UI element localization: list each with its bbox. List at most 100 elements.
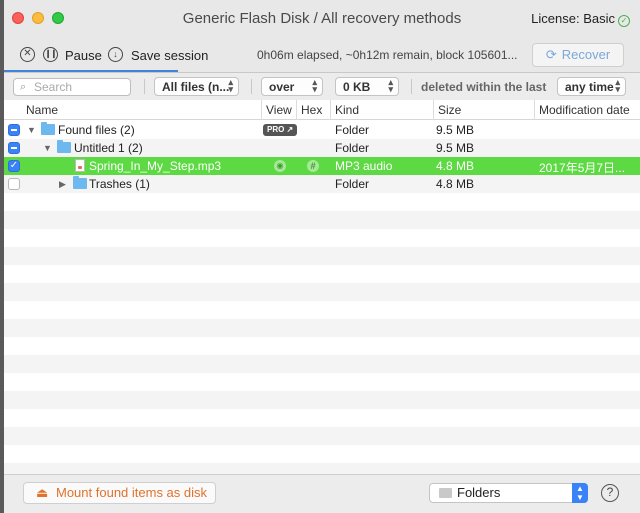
file-size: 9.5 MB: [436, 141, 475, 155]
file-kind: MP3 audio: [335, 159, 393, 173]
disclosure-collapsed-icon[interactable]: ▶: [59, 178, 69, 190]
file-name: Trashes (1): [89, 177, 150, 191]
eye-icon[interactable]: ◉: [274, 160, 286, 172]
column-header-modification-date[interactable]: Modification date: [539, 103, 630, 117]
file-kind: Folder: [335, 123, 370, 137]
chevron-updown-icon: ▴ ▾: [615, 77, 620, 94]
table-row[interactable]: ▼ Found files (2) PRO ↗ Folder 9.5 MB: [4, 121, 640, 139]
divider: [251, 79, 252, 94]
file-table: Name View Hex Kind Size Modification dat…: [4, 100, 640, 474]
app-window: Generic Flash Disk / All recovery method…: [4, 0, 640, 513]
empty-row: [4, 355, 640, 373]
empty-row: [4, 265, 640, 283]
file-name: Spring_In_My_Step.mp3: [89, 159, 222, 173]
empty-row: [4, 337, 640, 355]
deleted-within-label: deleted within the last: [421, 80, 547, 94]
view-mode-value: Folders: [457, 485, 501, 500]
folder-icon: [73, 176, 87, 189]
empty-row: [4, 445, 640, 463]
filter-bar: ⌕ All files (n... ▴▾ over ▴▾ 0 KB ▴▾ del…: [4, 73, 640, 100]
recover-button[interactable]: ⟳ Recover: [532, 43, 624, 67]
row-checkbox[interactable]: [8, 142, 20, 154]
empty-row: [4, 409, 640, 427]
divider: [411, 79, 412, 94]
hash-icon[interactable]: #: [307, 160, 319, 172]
time-range-select[interactable]: any time ▴ ▾: [557, 77, 626, 96]
folder-icon: [41, 122, 55, 135]
row-checkbox[interactable]: ✓: [8, 160, 20, 172]
download-circle-icon[interactable]: ↓: [108, 47, 123, 62]
chevron-updown-icon: ▴ ▾: [312, 77, 317, 94]
row-checkbox[interactable]: [8, 124, 20, 136]
title-bar: Generic Flash Disk / All recovery method…: [4, 0, 640, 38]
pause-circle-icon[interactable]: ❙❙: [43, 47, 58, 62]
empty-row: [4, 391, 640, 409]
size-value-select[interactable]: 0 KB ▴ ▾: [335, 77, 399, 96]
file-type-value: All files (n...: [162, 80, 230, 94]
size-compare-value: over: [269, 80, 295, 94]
license-label: License: Basic: [531, 11, 615, 26]
column-divider[interactable]: [296, 100, 297, 120]
column-header-kind[interactable]: Kind: [335, 103, 359, 117]
refresh-icon: ⟳: [545, 47, 557, 62]
disclosure-expanded-icon[interactable]: ▼: [43, 142, 53, 154]
bottom-bar: ⏏ Mount found items as disk Folders ▲ ▼ ?: [4, 474, 640, 513]
disclosure-expanded-icon[interactable]: ▼: [27, 124, 37, 136]
recover-label: Recover: [561, 47, 611, 62]
divider: [144, 79, 145, 94]
column-header-name[interactable]: Name: [26, 103, 58, 117]
table-header: Name View Hex Kind Size Modification dat…: [4, 100, 640, 120]
empty-row: [4, 373, 640, 391]
empty-row: [4, 193, 640, 211]
empty-row: [4, 463, 640, 474]
column-divider[interactable]: [261, 100, 262, 120]
table-row[interactable]: ▼ Untitled 1 (2) Folder 9.5 MB: [4, 139, 640, 157]
column-divider[interactable]: [330, 100, 331, 120]
file-name: Untitled 1 (2): [74, 141, 143, 155]
pro-badge[interactable]: PRO ↗: [263, 124, 298, 136]
file-size: 4.8 MB: [436, 177, 475, 191]
disk-icon: ⏏: [36, 485, 49, 500]
empty-row: [4, 247, 640, 265]
mount-as-disk-button[interactable]: ⏏ Mount found items as disk: [23, 482, 216, 504]
column-divider[interactable]: [433, 100, 434, 120]
license-status[interactable]: License: Basic ✓: [531, 11, 630, 27]
file-type-select[interactable]: All files (n... ▴ ▾: [154, 77, 239, 96]
pause-button[interactable]: Pause: [65, 48, 102, 63]
session-toolbar: ✕ ❙❙ Pause ↓ Save session 0h06m elapsed,…: [4, 38, 640, 72]
time-range-value: any time: [565, 80, 614, 94]
chevron-updown-icon: ▲ ▼: [572, 483, 588, 503]
help-button[interactable]: ?: [601, 484, 619, 502]
stop-scan-button[interactable]: ✕: [20, 47, 35, 62]
chevron-updown-icon: ▴ ▾: [388, 77, 393, 94]
search-field[interactable]: ⌕: [13, 78, 131, 96]
empty-row: [4, 301, 640, 319]
table-row[interactable]: ▶ Trashes (1) Folder 4.8 MB: [4, 175, 640, 193]
view-mode-select[interactable]: Folders ▲ ▼: [429, 483, 588, 503]
search-input[interactable]: [34, 80, 128, 94]
column-header-size[interactable]: Size: [438, 103, 461, 117]
column-header-hex[interactable]: Hex: [301, 103, 322, 117]
audio-file-icon: [75, 159, 85, 172]
mount-label: Mount found items as disk: [56, 485, 208, 500]
column-divider[interactable]: [534, 100, 535, 120]
close-circle-icon: ✕: [23, 48, 32, 59]
empty-row: [4, 283, 640, 301]
check-circle-icon: ✓: [618, 15, 630, 27]
row-checkbox[interactable]: [8, 178, 20, 190]
file-modification-date: 2017年5月7日...: [539, 161, 626, 175]
table-row-selected[interactable]: ✓ Spring_In_My_Step.mp3 ◉ # MP3 audio 4.…: [4, 157, 640, 175]
size-compare-select[interactable]: over ▴ ▾: [261, 77, 323, 96]
column-header-view[interactable]: View: [266, 103, 292, 117]
empty-row: [4, 211, 640, 229]
chevron-updown-icon: ▴ ▾: [228, 77, 233, 94]
empty-row: [4, 319, 640, 337]
file-kind: Folder: [335, 177, 370, 191]
size-value: 0 KB: [343, 80, 371, 94]
folder-icon: [439, 488, 452, 498]
file-kind: Folder: [335, 141, 370, 155]
save-session-button[interactable]: Save session: [131, 48, 208, 63]
search-icon: ⌕: [20, 81, 27, 93]
file-size: 9.5 MB: [436, 123, 475, 137]
file-size: 4.8 MB: [436, 159, 475, 173]
